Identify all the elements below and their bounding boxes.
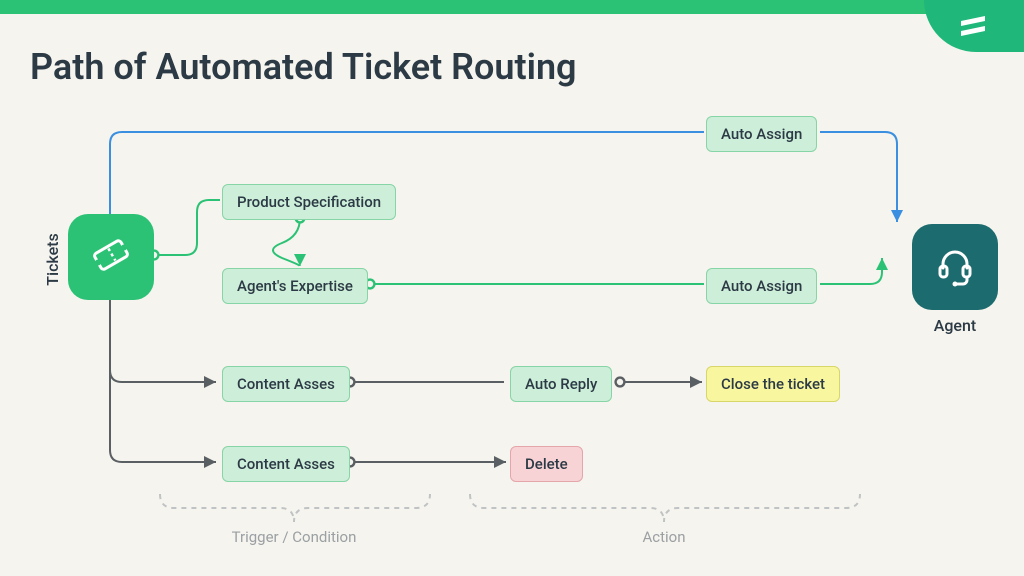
tickets-node (68, 214, 154, 300)
top-accent-bar (0, 0, 1024, 14)
page-title: Path of Automated Ticket Routing (30, 46, 577, 88)
agent-label: Agent (930, 316, 980, 335)
ticket-icon (88, 232, 134, 282)
tickets-label: Tickets (43, 233, 62, 286)
group-action: Action (564, 528, 764, 546)
group-trigger-condition: Trigger / Condition (194, 528, 394, 546)
node-agent-expertise: Agent's Expertise (222, 268, 368, 304)
node-content-asses-1: Content Asses (222, 366, 350, 402)
brand-swoosh-icon (959, 15, 989, 37)
agent-node (912, 224, 998, 310)
node-close-ticket: Close the ticket (706, 366, 840, 402)
node-auto-assign-top: Auto Assign (706, 116, 817, 152)
node-delete: Delete (510, 446, 583, 482)
node-product-specification: Product Specification (222, 184, 396, 220)
node-auto-reply: Auto Reply (510, 366, 612, 402)
node-content-asses-2: Content Asses (222, 446, 350, 482)
brand-corner (924, 0, 1024, 52)
headset-icon (932, 242, 978, 292)
node-auto-assign-mid: Auto Assign (706, 268, 817, 304)
